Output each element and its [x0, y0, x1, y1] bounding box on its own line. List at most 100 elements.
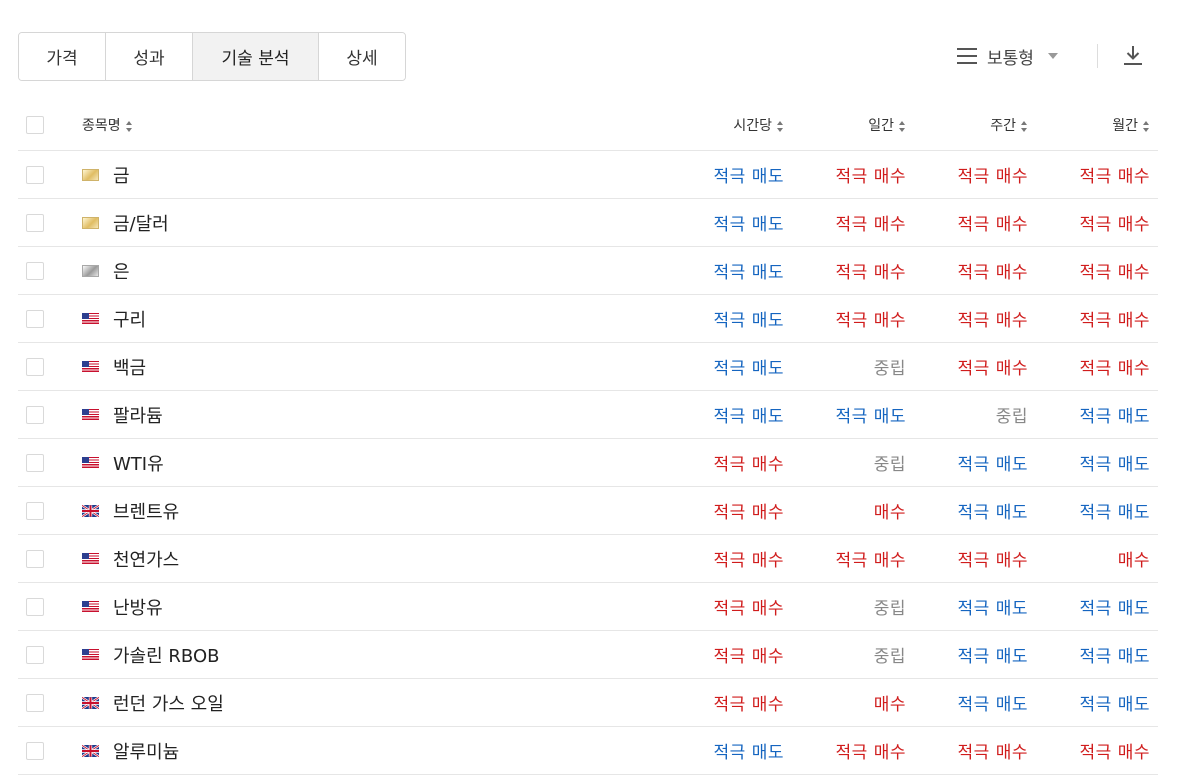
- signal-monthly: 적극 매도: [1079, 695, 1150, 715]
- tab-performance[interactable]: 성과: [106, 33, 193, 80]
- row-checkbox[interactable]: [26, 165, 44, 184]
- instrument-name[interactable]: 팔라듐: [113, 402, 163, 428]
- uk-flag-icon: [82, 696, 99, 709]
- sort-icon: [1143, 120, 1150, 132]
- row-checkbox[interactable]: [26, 453, 44, 472]
- signal-weekly: 적극 매수: [957, 215, 1028, 235]
- instrument-name[interactable]: 난방유: [113, 594, 163, 620]
- row-checkbox[interactable]: [26, 549, 44, 568]
- header-name[interactable]: 종목명: [82, 118, 133, 134]
- sort-icon: [899, 120, 906, 132]
- signal-hourly: 적극 매수: [713, 455, 784, 475]
- signal-hourly: 적극 매도: [713, 407, 784, 427]
- signal-daily: 중립: [873, 359, 906, 379]
- row-checkbox[interactable]: [26, 405, 44, 424]
- instrument-name[interactable]: 은: [113, 258, 130, 284]
- signal-monthly: 매수: [1117, 551, 1150, 571]
- signal-hourly: 적극 매도: [713, 743, 784, 763]
- table-row[interactable]: 팔라듐 적극 매도 적극 매도 중립 적극 매도: [18, 390, 1158, 439]
- view-tabs: 가격 성과 기술 분석 상세: [18, 32, 406, 81]
- instrument-name[interactable]: 백금: [113, 354, 146, 380]
- instrument-name[interactable]: 금: [113, 162, 130, 188]
- table-row[interactable]: 알루미늄 적극 매도 적극 매수 적극 매수 적극 매수: [18, 726, 1158, 775]
- table-row[interactable]: 천연가스 적극 매수 적극 매수 적극 매수 매수: [18, 534, 1158, 583]
- signal-hourly: 적극 매수: [713, 599, 784, 619]
- header-weekly[interactable]: 주간: [990, 118, 1028, 134]
- signal-monthly: 적극 매수: [1079, 167, 1150, 187]
- table-row[interactable]: 난방유 적극 매수 중립 적극 매도 적극 매도: [18, 582, 1158, 631]
- row-checkbox[interactable]: [26, 261, 44, 280]
- row-checkbox[interactable]: [26, 213, 44, 232]
- table-row[interactable]: 구리 적극 매도 적극 매수 적극 매수 적극 매수: [18, 294, 1158, 343]
- signal-daily: 적극 매수: [835, 743, 906, 763]
- header-monthly[interactable]: 월간: [1112, 118, 1150, 134]
- signal-daily: 중립: [873, 647, 906, 667]
- row-checkbox[interactable]: [26, 597, 44, 616]
- us-flag-icon: [82, 408, 99, 421]
- instrument-name[interactable]: 구리: [113, 306, 146, 332]
- signal-daily: 적극 매수: [835, 215, 906, 235]
- signal-daily: 적극 매수: [835, 167, 906, 187]
- row-checkbox[interactable]: [26, 693, 44, 712]
- table-row[interactable]: 금 적극 매도 적극 매수 적극 매수 적극 매수: [18, 150, 1158, 199]
- select-all-checkbox[interactable]: [26, 116, 44, 134]
- table-row[interactable]: 브렌트유 적극 매수 매수 적극 매도 적극 매도: [18, 486, 1158, 535]
- instrument-name[interactable]: 금/달러: [113, 210, 169, 236]
- tab-details[interactable]: 상세: [319, 33, 405, 80]
- instrument-name[interactable]: 런던 가스 오일: [113, 690, 224, 716]
- gold-icon: [82, 168, 99, 181]
- signal-hourly: 적극 매수: [713, 503, 784, 523]
- signal-weekly: 적극 매수: [957, 551, 1028, 571]
- instrument-name[interactable]: 가솔린 RBOB: [113, 642, 219, 668]
- signal-hourly: 적극 매도: [713, 359, 784, 379]
- sort-icon: [1021, 120, 1028, 132]
- row-checkbox[interactable]: [26, 357, 44, 376]
- list-icon: [957, 48, 977, 64]
- signal-daily: 적극 매도: [835, 407, 906, 427]
- instrument-name[interactable]: 알루미늄: [113, 738, 179, 764]
- signal-hourly: 적극 매수: [713, 647, 784, 667]
- signal-weekly: 적극 매도: [957, 695, 1028, 715]
- header-hourly[interactable]: 시간당: [733, 118, 784, 134]
- signal-weekly: 적극 매도: [957, 455, 1028, 475]
- signal-hourly: 적극 매도: [713, 311, 784, 331]
- instrument-name[interactable]: WTI유: [113, 450, 164, 476]
- signal-monthly: 적극 매수: [1079, 263, 1150, 283]
- row-checkbox[interactable]: [26, 309, 44, 328]
- table-row[interactable]: 금/달러 적극 매도 적극 매수 적극 매수 적극 매수: [18, 198, 1158, 247]
- instrument-name[interactable]: 브렌트유: [113, 498, 179, 524]
- signal-daily: 중립: [873, 599, 906, 619]
- tab-price[interactable]: 가격: [19, 33, 106, 80]
- gold-icon: [82, 216, 99, 229]
- row-checkbox[interactable]: [26, 741, 44, 760]
- instrument-name[interactable]: 천연가스: [113, 546, 179, 572]
- signal-daily: 적극 매수: [835, 263, 906, 283]
- table-row[interactable]: WTI유 적극 매수 중립 적극 매도 적극 매도: [18, 438, 1158, 487]
- table-row[interactable]: 백금 적극 매도 중립 적극 매수 적극 매수: [18, 342, 1158, 391]
- signal-monthly: 적극 매수: [1079, 311, 1150, 331]
- density-dropdown[interactable]: 보통형: [957, 40, 1058, 72]
- header-daily[interactable]: 일간: [868, 118, 906, 134]
- uk-flag-icon: [82, 744, 99, 757]
- signal-weekly: 적극 매도: [957, 503, 1028, 523]
- signal-weekly: 적극 매수: [957, 167, 1028, 187]
- us-flag-icon: [82, 360, 99, 373]
- signal-monthly: 적극 매수: [1079, 359, 1150, 379]
- us-flag-icon: [82, 456, 99, 469]
- table-row[interactable]: 런던 가스 오일 적극 매수 매수 적극 매도 적극 매도: [18, 678, 1158, 727]
- table-row[interactable]: 가솔린 RBOB 적극 매수 중립 적극 매도 적극 매도: [18, 630, 1158, 679]
- signal-monthly: 적극 매수: [1079, 215, 1150, 235]
- silver-icon: [82, 264, 99, 277]
- signal-weekly: 적극 매도: [957, 647, 1028, 667]
- row-checkbox[interactable]: [26, 501, 44, 520]
- table-row[interactable]: 은 적극 매도 적극 매수 적극 매수 적극 매수: [18, 246, 1158, 295]
- us-flag-icon: [82, 552, 99, 565]
- uk-flag-icon: [82, 504, 99, 517]
- row-checkbox[interactable]: [26, 645, 44, 664]
- tab-technical[interactable]: 기술 분석: [193, 33, 319, 80]
- signal-daily: 매수: [873, 503, 906, 523]
- download-icon[interactable]: [1121, 43, 1145, 67]
- sort-icon: [777, 120, 784, 132]
- signal-monthly: 적극 매도: [1079, 503, 1150, 523]
- signal-daily: 중립: [873, 455, 906, 475]
